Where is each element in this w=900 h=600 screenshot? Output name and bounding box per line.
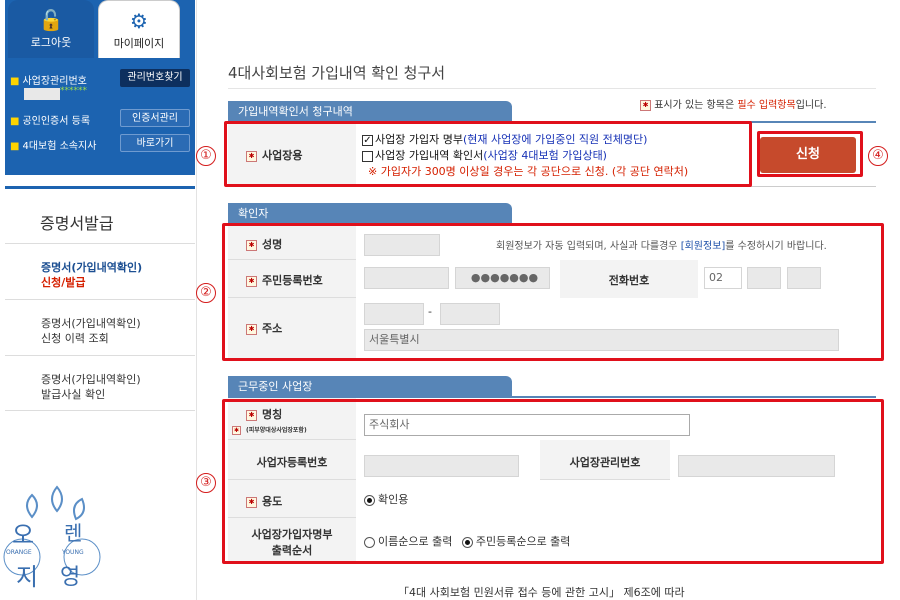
- mgmt-no-value: ******: [60, 86, 87, 96]
- footer-note: 「4대 사회보험 민원서류 접수 등에 관한 고시」 제6조에 따라: [398, 586, 685, 599]
- title-divider: [228, 88, 876, 89]
- menu-item-verify[interactable]: 증명서(가입내역확인) 발급사실 확인: [5, 355, 195, 411]
- page-title: 4대사회보험 가입내역 확인 청구서: [228, 64, 446, 82]
- highlight-4: [757, 131, 863, 177]
- required-note: ✱ 표시가 있는 항목은 필수 입력항목입니다.: [640, 96, 827, 111]
- menu-title: 증명서발급: [40, 214, 114, 233]
- branch-label: ■ 4대보험 소속지사: [10, 141, 97, 152]
- annotation-3: ③: [196, 473, 216, 493]
- cert-mgmt-button[interactable]: 인증서관리: [120, 109, 190, 127]
- mypage-button[interactable]: ⚙ 마이페이지: [98, 0, 180, 58]
- orange-young-logo: 오 렌 지 영 ORANGE YOUNG: [2, 485, 102, 595]
- gear-icon: ⚙: [130, 9, 148, 33]
- lock-icon: 🔓: [38, 8, 64, 32]
- annotation-1: ①: [196, 146, 216, 166]
- sidebar-border: [196, 0, 197, 600]
- mgmt-no-label: ■ 사업장관리번호: [10, 76, 87, 87]
- highlight-1: [224, 121, 752, 187]
- branch-goto-button[interactable]: 바로가기: [120, 134, 190, 152]
- required-icon: ✱: [640, 99, 651, 111]
- section2-tab: 확인자: [228, 203, 512, 223]
- menu-item-issue[interactable]: 증명서(가입내역확인) 신청/발급: [5, 243, 195, 299]
- section3-tab: 근무중인 사업장: [228, 376, 512, 396]
- menu-item-history[interactable]: 증명서(가입내역확인) 신청 이력 조회: [5, 299, 195, 355]
- mgmt-no-redacted: [24, 88, 60, 100]
- logout-button[interactable]: 🔓 로그아웃: [8, 0, 94, 58]
- sidebar: 🔓 로그아웃 ⚙ 마이페이지 ■ 사업장관리번호 관리번호찾기 ****** ■ 공…: [0, 0, 196, 600]
- highlight-2: [222, 223, 884, 361]
- cert-label: ■ 공인인증서 등록: [10, 116, 91, 127]
- highlight-3: [222, 399, 884, 564]
- sidebar-divider: [5, 186, 195, 189]
- find-mgmt-no-button[interactable]: 관리번호찾기: [120, 69, 190, 87]
- section1-tab: 가입내역확인서 청구내역: [228, 101, 512, 121]
- annotation-2: ②: [196, 283, 216, 303]
- annotation-4: ④: [868, 146, 888, 166]
